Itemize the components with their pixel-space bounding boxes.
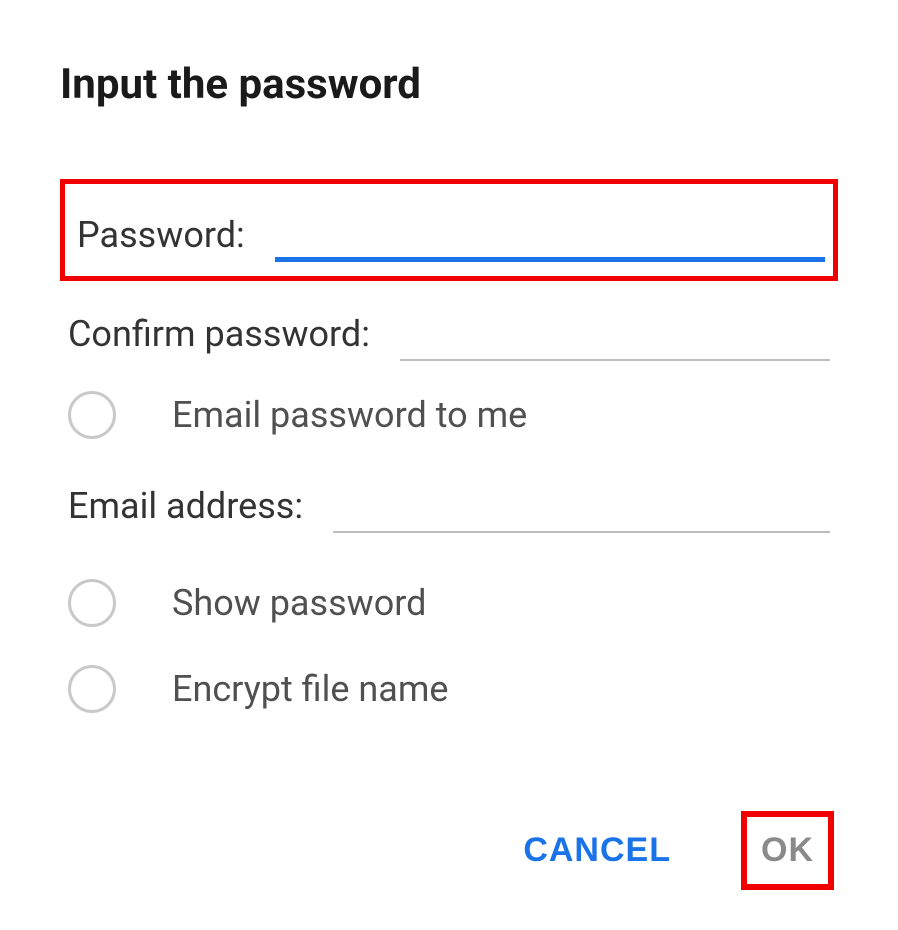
email-address-input[interactable] (333, 486, 830, 533)
ok-button[interactable]: OK (741, 811, 834, 890)
encrypt-filename-option-row: Encrypt file name (60, 657, 838, 721)
email-address-label: Email address: (68, 485, 303, 533)
confirm-password-input-wrap (400, 305, 830, 361)
dialog-title: Input the password (60, 60, 838, 109)
password-input-wrap (275, 206, 825, 262)
password-dialog: Input the password Password: Confirm pas… (0, 0, 898, 930)
email-password-option-row: Email password to me (60, 383, 838, 447)
email-address-input-wrap (333, 477, 830, 533)
password-label: Password: (77, 214, 245, 262)
email-password-checkbox[interactable] (68, 391, 116, 439)
dialog-actions: CANCEL OK (60, 811, 838, 890)
show-password-checkbox[interactable] (68, 579, 116, 627)
confirm-password-label: Confirm password: (68, 313, 370, 361)
encrypt-filename-checkbox[interactable] (68, 665, 116, 713)
email-address-field-row: Email address: (60, 469, 838, 541)
show-password-option-row: Show password (60, 571, 838, 635)
confirm-password-field-row: Confirm password: (60, 287, 838, 369)
show-password-label: Show password (172, 582, 426, 624)
confirm-password-input[interactable] (400, 314, 830, 361)
password-field-row: Password: (60, 179, 838, 281)
cancel-button[interactable]: CANCEL (517, 813, 677, 888)
email-password-label: Email password to me (172, 394, 527, 436)
password-input[interactable] (275, 212, 825, 262)
encrypt-filename-label: Encrypt file name (172, 668, 449, 710)
